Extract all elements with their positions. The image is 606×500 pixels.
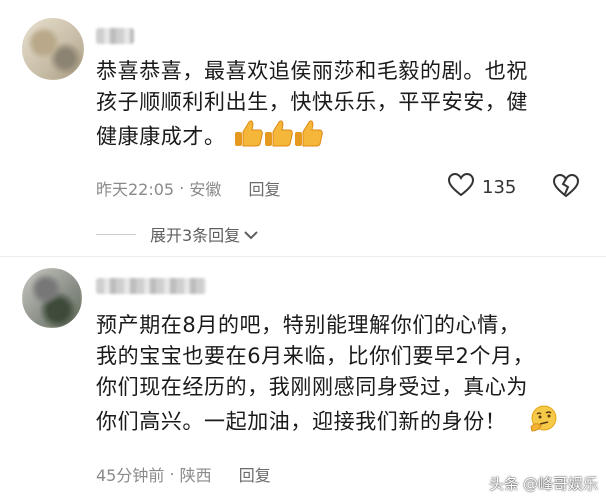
username[interactable] (96, 278, 206, 294)
comment-2: 预产期在8月的吧，特别能理解你们的心情， 我的宝宝也要在6月来临，比你们要早2个… (0, 262, 606, 500)
like-button[interactable]: 135 (447, 172, 517, 202)
comment-time: 45分钟前 (96, 466, 165, 485)
comment-meta: 45分钟前 · 陕西 回复 (96, 464, 271, 486)
chevron-down-icon (244, 225, 258, 244)
avatar[interactable] (22, 268, 82, 328)
username[interactable] (96, 28, 134, 44)
comment-1: 恭喜恭喜，最喜欢追侯丽莎和毛毅的剧。也祝 孩子顺顺利利出生，快快乐乐，平平安安，… (0, 0, 606, 250)
comment-text: 预产期在8月的吧，特别能理解你们的心情， 我的宝宝也要在6月来临，比你们要早2个… (96, 310, 596, 442)
watermark-handle: @峰哥娱乐 (522, 475, 598, 493)
like-count: 135 (482, 177, 517, 198)
comment-time: 昨天22:05 (96, 180, 175, 199)
comment-meta: 昨天22:05 · 安徽 回复 (96, 178, 281, 200)
comment-location: 安徽 (189, 180, 222, 199)
thumbs-up-icon (233, 118, 325, 157)
reply-button[interactable]: 回复 (249, 180, 281, 199)
divider (0, 256, 606, 257)
expand-replies-button[interactable]: 展开3条回复 (96, 222, 258, 246)
heart-icon (447, 172, 475, 202)
avatar[interactable] (22, 18, 84, 80)
watermark-prefix: 头条 (488, 475, 519, 493)
broken-heart-icon[interactable] (552, 173, 580, 202)
divider-line (96, 233, 136, 235)
expand-replies-label: 展开3条回复 (150, 226, 241, 245)
comment-location: 陕西 (179, 466, 212, 485)
reply-button[interactable]: 回复 (239, 466, 271, 485)
watermark: 头条 @峰哥娱乐 (489, 473, 598, 494)
thinking-face-icon (528, 403, 560, 442)
comment-text: 恭喜恭喜，最喜欢追侯丽莎和毛毅的剧。也祝 孩子顺顺利利出生，快快乐乐，平平安安，… (96, 56, 586, 157)
